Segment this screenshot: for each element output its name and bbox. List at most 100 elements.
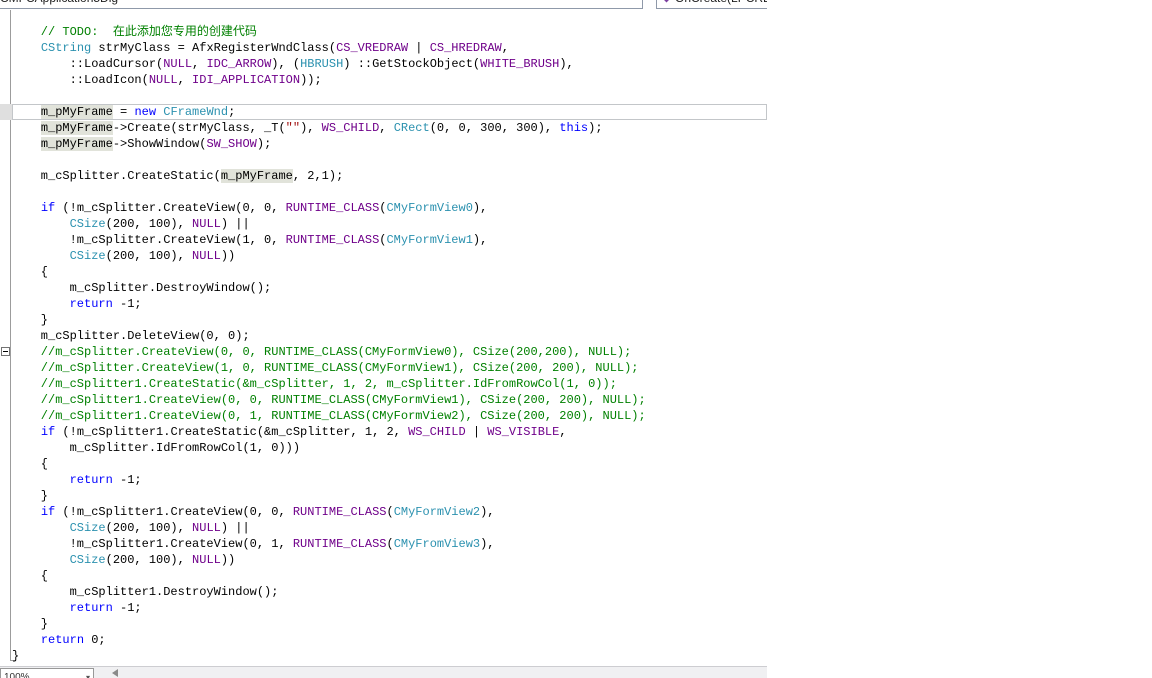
code-line[interactable]: m_pMyFrame = new CFrameWnd;	[0, 104, 767, 120]
code-line[interactable]: !m_cSplitter.CreateView(1, 0, RUNTIME_CL…	[0, 232, 767, 248]
code-line[interactable]: m_cSplitter.IdFromRowCol(1, 0)))	[0, 440, 767, 456]
line-indicator-margin	[0, 56, 12, 72]
code-line-text: m_pMyFrame = new CFrameWnd;	[12, 104, 767, 120]
code-line-text: !m_cSplitter1.CreateView(0, 1, RUNTIME_C…	[12, 537, 495, 551]
code-line[interactable]: if (!m_cSplitter1.CreateStatic(&m_cSplit…	[0, 424, 767, 440]
code-line[interactable]: if (!m_cSplitter.CreateView(0, 0, RUNTIM…	[0, 200, 767, 216]
editor-zoom-label: 100%	[4, 671, 30, 678]
code-line[interactable]: CSize(200, 100), NULL) ||	[0, 520, 767, 536]
code-line[interactable]: //m_cSplitter1.CreateView(0, 0, RUNTIME_…	[0, 392, 767, 408]
code-line-text: return -1;	[69, 473, 142, 487]
code-line[interactable]: return -1;	[0, 600, 767, 616]
code-line[interactable]: CSize(200, 100), NULL))	[0, 552, 767, 568]
code-line-text: //m_cSplitter1.CreateView(0, 0, RUNTIME_…	[12, 393, 646, 407]
code-line[interactable]: m_cSplitter.DeleteView(0, 0);	[0, 328, 767, 344]
line-indicator-margin	[0, 248, 12, 264]
code-line[interactable]: }	[0, 648, 767, 664]
code-line-text: !m_cSplitter.CreateView(1, 0, RUNTIME_CL…	[12, 233, 488, 247]
code-line[interactable]: //m_cSplitter.CreateView(0, 0, RUNTIME_C…	[0, 344, 767, 360]
method-selector-dropdown[interactable]: OnCreate(LPCRE	[656, 0, 767, 9]
code-line[interactable]: CSize(200, 100), NULL))	[0, 248, 767, 264]
method-icon	[661, 0, 672, 3]
editor-navigation-bar: CMFCApplication5Dlg OnCreate(LPCRE	[0, 0, 767, 10]
code-line[interactable]: m_cSplitter.DestroyWindow();	[0, 280, 767, 296]
code-line[interactable]: {	[0, 264, 767, 280]
line-indicator-margin	[0, 408, 12, 424]
code-line[interactable]: //m_cSplitter1.CreateStatic(&m_cSplitter…	[0, 376, 767, 392]
line-indicator-margin	[0, 456, 12, 472]
line-indicator-margin	[0, 216, 12, 232]
line-indicator-margin	[0, 200, 12, 216]
code-line-text: return -1;	[69, 297, 142, 311]
line-indicator-margin	[0, 280, 12, 296]
code-line[interactable]: }	[0, 616, 767, 632]
line-indicator-margin	[0, 232, 12, 248]
line-indicator-margin	[0, 296, 12, 312]
code-line[interactable]	[0, 184, 767, 200]
code-line-text: if (!m_cSplitter.CreateView(0, 0, RUNTIM…	[40, 201, 488, 215]
code-line-text: m_cSplitter.DeleteView(0, 0);	[12, 329, 250, 343]
code-line-text: return -1;	[69, 601, 142, 615]
code-line[interactable]: {	[0, 568, 767, 584]
code-line[interactable]: //m_cSplitter.CreateView(1, 0, RUNTIME_C…	[0, 360, 767, 376]
code-line[interactable]: ::LoadIcon(NULL, IDI_APPLICATION));	[0, 72, 767, 88]
line-indicator-margin	[0, 72, 12, 88]
code-line-text: //m_cSplitter1.CreateView(0, 1, RUNTIME_…	[12, 409, 646, 423]
code-line[interactable]: CSize(200, 100), NULL) ||	[0, 216, 767, 232]
code-line[interactable]	[0, 88, 767, 104]
line-indicator-margin	[0, 504, 12, 520]
class-selector-label: CMFCApplication5Dlg	[0, 0, 118, 5]
line-indicator-margin	[0, 472, 12, 488]
code-line[interactable]: }	[0, 312, 767, 328]
code-line-text: {	[12, 457, 49, 471]
code-line[interactable]: //m_cSplitter1.CreateView(0, 1, RUNTIME_…	[0, 408, 767, 424]
line-indicator-margin	[0, 648, 12, 664]
line-indicator-margin	[0, 360, 12, 376]
code-line[interactable]: !m_cSplitter1.CreateView(0, 1, RUNTIME_C…	[0, 536, 767, 552]
code-line-text: m_cSplitter.CreateStatic(m_pMyFrame, 2,1…	[12, 169, 344, 183]
code-line[interactable]: m_cSplitter.CreateStatic(m_pMyFrame, 2,1…	[0, 168, 767, 184]
line-indicator-margin	[0, 152, 12, 168]
code-line[interactable]: return -1;	[0, 472, 767, 488]
code-line-text: {	[12, 569, 49, 583]
code-line[interactable]: return 0;	[0, 632, 767, 648]
line-indicator-margin	[0, 344, 12, 360]
line-indicator-margin	[0, 632, 12, 648]
code-line[interactable]: }	[0, 488, 767, 504]
code-line-text: //m_cSplitter.CreateView(0, 0, RUNTIME_C…	[12, 345, 632, 359]
line-indicator-margin	[0, 376, 12, 392]
line-indicator-margin	[0, 264, 12, 280]
line-indicator-margin	[0, 488, 12, 504]
code-line[interactable]: {	[0, 456, 767, 472]
line-indicator-margin	[0, 328, 12, 344]
code-lines: // TODO: 在此添加您专用的创建代码 CString strMyClass…	[0, 24, 767, 664]
code-line-text: // TODO: 在此添加您专用的创建代码	[12, 25, 257, 39]
code-line[interactable]: m_pMyFrame->Create(strMyClass, _T(""), W…	[0, 120, 767, 136]
code-line[interactable]: CString strMyClass = AfxRegisterWndClass…	[0, 40, 767, 56]
horizontal-scrollbar-track[interactable]	[124, 668, 767, 678]
line-indicator-margin	[0, 392, 12, 408]
code-line[interactable]: return -1;	[0, 296, 767, 312]
code-editor-pane: CMFCApplication5Dlg OnCreate(LPCRE // TO…	[0, 0, 767, 678]
line-indicator-margin	[0, 88, 12, 104]
code-line-text: //m_cSplitter1.CreateStatic(&m_cSplitter…	[12, 377, 617, 391]
code-text-area[interactable]: // TODO: 在此添加您专用的创建代码 CString strMyClass…	[0, 10, 767, 666]
class-selector-dropdown[interactable]: CMFCApplication5Dlg	[0, 0, 643, 9]
code-line[interactable]: // TODO: 在此添加您专用的创建代码	[0, 24, 767, 40]
code-line[interactable]: ::LoadCursor(NULL, IDC_ARROW), (HBRUSH) …	[0, 56, 767, 72]
code-line[interactable]: if (!m_cSplitter1.CreateView(0, 0, RUNTI…	[0, 504, 767, 520]
line-indicator-margin	[0, 584, 12, 600]
code-line[interactable]: m_cSplitter1.DestroyWindow();	[0, 584, 767, 600]
line-indicator-margin	[0, 600, 12, 616]
scrollbar-left-arrow-icon[interactable]	[112, 669, 118, 677]
code-line-text: ::LoadCursor(NULL, IDC_ARROW), (HBRUSH) …	[12, 57, 574, 71]
code-line[interactable]	[0, 152, 767, 168]
code-line-text: m_cSplitter1.DestroyWindow();	[12, 585, 279, 599]
method-selector-label: OnCreate(LPCRE	[675, 0, 767, 5]
code-line-text: CSize(200, 100), NULL))	[69, 249, 236, 263]
editor-zoom-dropdown[interactable]: 100% ▾	[0, 668, 94, 678]
code-line[interactable]: m_pMyFrame->ShowWindow(SW_SHOW);	[0, 136, 767, 152]
line-indicator-margin	[0, 136, 12, 152]
